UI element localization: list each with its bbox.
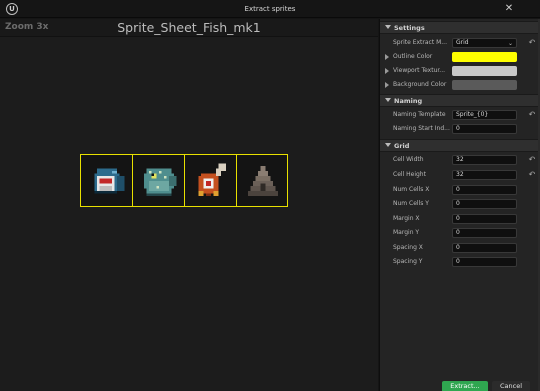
cell-width-input[interactable]: 32 (452, 155, 517, 165)
collapse-arrow-icon (385, 25, 391, 29)
margin-x-input[interactable]: 0 (452, 214, 517, 224)
sprite-extract-mode-row: Sprite Extract M... Grid ⌄ ↶ (380, 36, 540, 50)
num-cells-y-input[interactable]: 0 (452, 199, 517, 209)
reset-icon[interactable]: ↶ (527, 110, 537, 120)
num-cells-y-row: Num Cells Y 0 (380, 197, 540, 211)
num-cells-x-row: Num Cells X 0 (380, 183, 540, 197)
viewport-texture-swatch[interactable] (452, 66, 517, 76)
property-label: Num Cells Y (393, 200, 429, 207)
sprite-cell[interactable] (185, 155, 237, 206)
expand-arrow-icon[interactable] (385, 68, 389, 74)
property-label: Outline Color (393, 53, 433, 60)
cell-width-row: Cell Width 32 ↶ (380, 153, 540, 167)
property-label: Spacing Y (393, 258, 423, 265)
property-label: Margin Y (393, 229, 420, 236)
property-label: Margin X (393, 215, 420, 222)
title-bar: U Extract sprites ✕ (0, 0, 540, 18)
sprite-cell[interactable] (237, 155, 289, 206)
meat-bone-icon (198, 163, 226, 196)
num-cells-x-input[interactable]: 0 (452, 185, 517, 195)
margin-x-row: Margin X 0 (380, 212, 540, 226)
spacing-y-input[interactable]: 0 (452, 257, 517, 267)
settings-section-header[interactable]: Settings (380, 21, 540, 34)
sprite-cell[interactable] (133, 155, 185, 206)
details-panel: Settings Sprite Extract M... Grid ⌄ ↶ Ou… (379, 19, 540, 391)
section-title: Grid (394, 142, 410, 150)
outline-color-swatch[interactable] (452, 52, 517, 62)
reset-icon[interactable]: ↶ (527, 170, 537, 180)
pufferfish-icon (144, 168, 177, 196)
viewport-texture-row: Viewport Textur... (380, 64, 540, 78)
close-button[interactable]: ✕ (502, 2, 516, 16)
property-label: Viewport Textur... (393, 67, 446, 74)
cancel-button[interactable]: Cancel (492, 381, 530, 391)
naming-start-index-input[interactable]: 0 (452, 124, 517, 134)
property-label: Naming Start Ind... (393, 125, 450, 132)
preview-header: Zoom 3x Sprite_Sheet_Fish_mk1 (0, 19, 378, 37)
margin-y-row: Margin Y 0 (380, 226, 540, 240)
property-label: Cell Height (393, 171, 426, 178)
extract-button[interactable]: Extract... (442, 381, 488, 391)
property-label: Background Color (393, 81, 447, 88)
naming-start-index-row: Naming Start Ind... 0 (380, 122, 540, 136)
margin-y-input[interactable]: 0 (452, 228, 517, 238)
property-label: Num Cells X (393, 186, 430, 193)
property-label: Spacing X (393, 244, 423, 251)
chevron-down-icon: ⌄ (507, 40, 513, 47)
spacing-x-row: Spacing X 0 (380, 241, 540, 255)
property-label: Sprite Extract M... (393, 39, 447, 46)
collapse-arrow-icon (385, 98, 391, 102)
window-title: Extract sprites (244, 5, 296, 13)
collapse-arrow-icon (385, 143, 391, 147)
cell-height-input[interactable]: 32 (452, 170, 517, 180)
reset-icon[interactable]: ↶ (527, 38, 537, 48)
property-label: Cell Width (393, 156, 424, 163)
section-title: Naming (394, 97, 423, 105)
reset-icon[interactable]: ↶ (527, 155, 537, 165)
preview-viewport[interactable]: Zoom 3x Sprite_Sheet_Fish_mk1 (0, 19, 378, 391)
background-color-swatch[interactable] (452, 80, 517, 90)
shark-fin-icon (248, 166, 278, 196)
naming-section-header[interactable]: Naming (380, 94, 540, 107)
sprite-extract-mode-dropdown[interactable]: Grid ⌄ (452, 38, 517, 48)
dropdown-value: Grid (456, 39, 469, 46)
expand-arrow-icon[interactable] (385, 82, 389, 88)
spacing-x-input[interactable]: 0 (452, 243, 517, 253)
background-color-row: Background Color (380, 78, 540, 92)
grid-section-header[interactable]: Grid (380, 139, 540, 152)
naming-template-input[interactable]: Sprite_{0} (452, 110, 517, 120)
expand-arrow-icon[interactable] (385, 54, 389, 60)
spacing-y-row: Spacing Y 0 (380, 255, 540, 269)
asset-name: Sprite_Sheet_Fish_mk1 (117, 20, 261, 35)
sprite-cell[interactable] (81, 155, 133, 206)
section-title: Settings (394, 24, 425, 32)
naming-template-row: Naming Template Sprite_{0} ↶ (380, 108, 540, 122)
fish-mask-icon (94, 168, 125, 194)
sprite-sheet (80, 154, 288, 207)
cell-height-row: Cell Height 32 ↶ (380, 168, 540, 182)
property-label: Naming Template (393, 111, 446, 118)
outline-color-row: Outline Color (380, 50, 540, 64)
